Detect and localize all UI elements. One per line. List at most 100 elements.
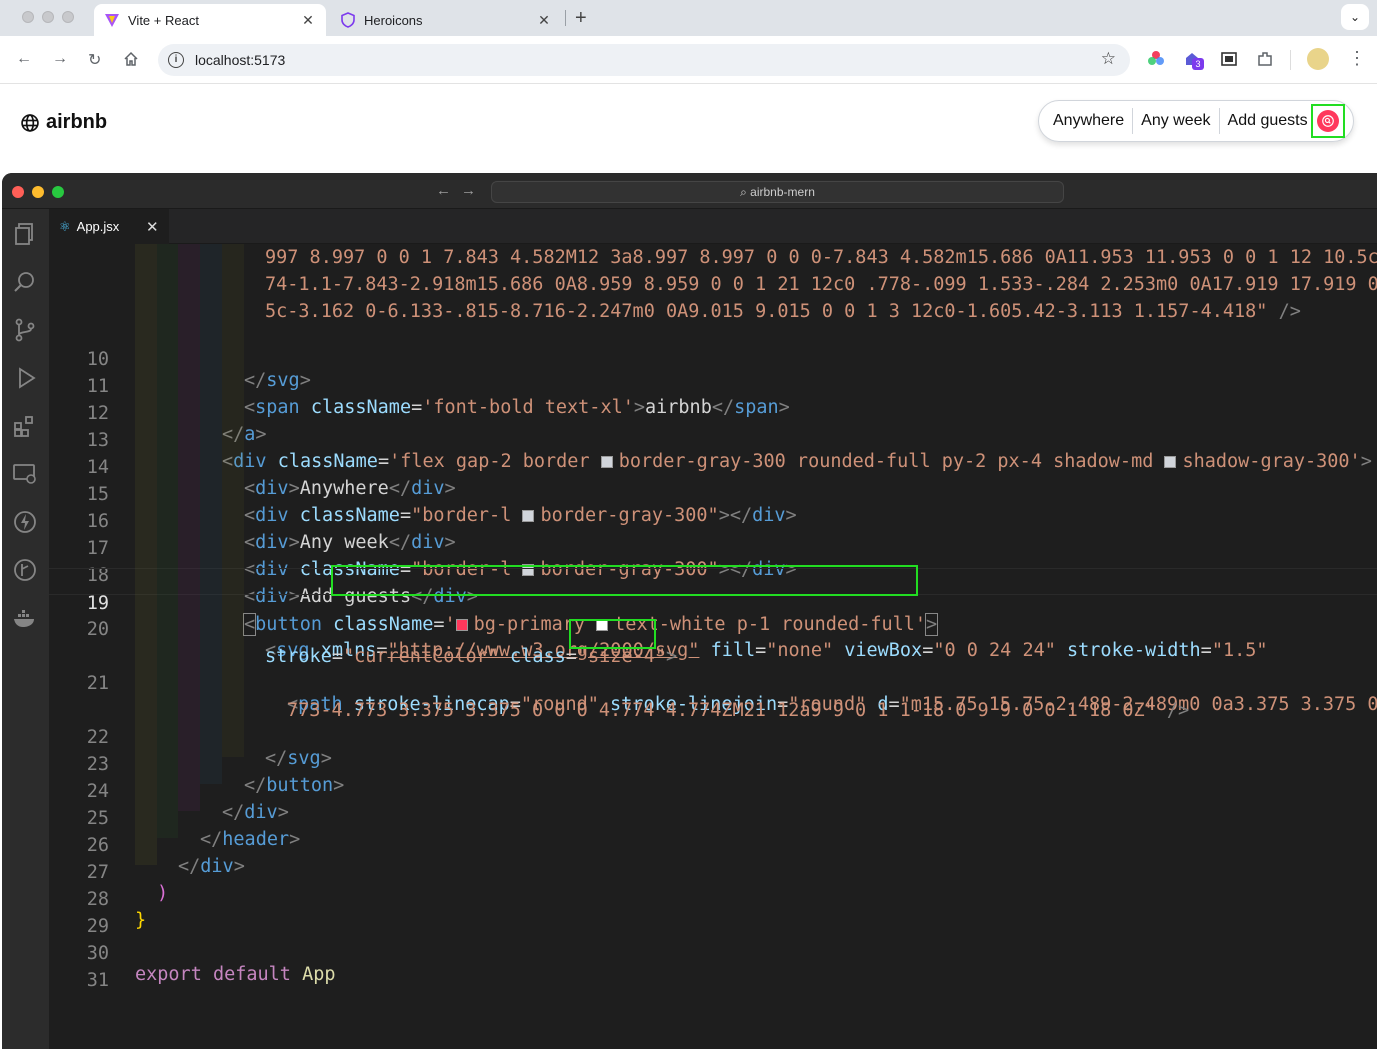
explorer-icon[interactable] bbox=[12, 221, 38, 247]
profile-avatar[interactable] bbox=[1307, 48, 1329, 70]
close-icon[interactable]: ✕ bbox=[300, 12, 316, 29]
airbnb-header: airbnb Anywhere Any week Add guests bbox=[2, 85, 1377, 175]
logo-link[interactable]: airbnb bbox=[20, 111, 107, 134]
code-line-current: 19 <button className=' bg-primary text-wh… bbox=[49, 565, 1377, 636]
code-text: 74-1.1-7.843-2.918m15.686 0A8.959 8.959 … bbox=[265, 274, 1377, 295]
code-line: 27 ) bbox=[49, 838, 1377, 904]
search-button[interactable] bbox=[1310, 104, 1345, 138]
code-line: 16 <div>Any week</div> bbox=[49, 487, 1377, 553]
toolbar-divider bbox=[1290, 50, 1291, 70]
code-line: 74-1.1-7.843-2.918m15.686 0A8.959 8.959 … bbox=[49, 271, 1377, 298]
back-icon[interactable]: ← bbox=[16, 50, 32, 68]
code-line: 23 </button> bbox=[49, 730, 1377, 796]
browser-toolbar: ← → ↻ i localhost:5173 ☆ 3 ⋮ bbox=[0, 36, 1377, 84]
code-line: stroke="currentColor" class="size-4"> bbox=[49, 619, 1377, 667]
code-line: 12 </a> bbox=[49, 379, 1377, 445]
extensions-icon[interactable] bbox=[12, 413, 38, 439]
tab-separator bbox=[565, 10, 566, 26]
color-extension-icon[interactable] bbox=[1147, 50, 1165, 68]
brand-name: airbnb bbox=[46, 111, 108, 133]
code-editor[interactable]: 997 8.997 0 0 1 7.843 4.582M12 3a8.997 8… bbox=[49, 244, 1377, 1049]
vscode-window: ←→ ⌕ airbnb-mern ⚛ App.jsx ✕ 997 8.997 0… bbox=[2, 173, 1377, 1049]
tab-search-button[interactable]: ⌄ bbox=[1341, 4, 1369, 30]
forward-icon[interactable]: → bbox=[52, 50, 68, 68]
react-icon: ⚛ bbox=[59, 218, 71, 234]
string-token: 5c-3.162 0-6.133-.815-8.716-2.247m0 0A9.… bbox=[265, 301, 1268, 322]
tab-title: Heroicons bbox=[364, 12, 423, 28]
anywhere-option[interactable]: Anywhere bbox=[1053, 112, 1124, 130]
close-icon[interactable]: ✕ bbox=[536, 12, 552, 29]
vscode-minimize-dot[interactable] bbox=[32, 186, 44, 198]
code-line: 5c-3.162 0-6.133-.815-8.716-2.247m0 0A9.… bbox=[49, 298, 1377, 325]
code-line: 11 <span className='font-bold text-xl'>a… bbox=[49, 352, 1377, 418]
menu-kebab-icon[interactable]: ⋮ bbox=[1348, 48, 1366, 69]
reload-icon[interactable]: ↻ bbox=[88, 50, 101, 70]
code-line: 13 <div className='flex gap-2 border bor… bbox=[49, 406, 1377, 472]
code-line: 18 <div>Add guests</div> bbox=[49, 541, 1377, 607]
command-center-search[interactable]: ⌕ airbnb-mern bbox=[491, 181, 1064, 203]
close-icon[interactable]: ✕ bbox=[146, 218, 159, 236]
activity-bar bbox=[2, 209, 49, 1049]
run-debug-icon[interactable] bbox=[12, 365, 38, 391]
code-text: 5c-3.162 0-6.133-.815-8.716-2.247m0 0A9.… bbox=[265, 301, 1301, 322]
code-line: 15 <div className="border-l border-gray-… bbox=[49, 460, 1377, 526]
line-number: 31 bbox=[86, 970, 109, 991]
bookmark-star-icon[interactable]: ☆ bbox=[1101, 49, 1116, 69]
editor-tab-strip: ⚛ App.jsx ✕ bbox=[49, 209, 1377, 244]
tab-title: Vite + React bbox=[128, 12, 199, 28]
code-line: 31 bbox=[49, 946, 1377, 991]
vscode-close-dot[interactable] bbox=[12, 186, 24, 198]
browser-tab-heroicons[interactable]: Heroicons ✕ bbox=[330, 4, 562, 36]
code-line: 24 </div> bbox=[49, 757, 1377, 823]
highlight-box bbox=[331, 565, 918, 596]
sidepanel-icon[interactable] bbox=[1220, 50, 1238, 68]
url-text: localhost:5173 bbox=[195, 52, 286, 68]
extension-badge-count: 3 bbox=[1192, 58, 1204, 70]
pill-divider bbox=[1132, 108, 1134, 134]
code-line: 14 <div>Anywhere</div> bbox=[49, 433, 1377, 499]
docker-icon[interactable] bbox=[12, 605, 38, 631]
code-line: 30 export default App bbox=[49, 919, 1377, 985]
source-control-icon[interactable] bbox=[12, 317, 38, 343]
vscode-nav-arrows[interactable]: ←→ bbox=[436, 182, 486, 199]
pill-divider bbox=[1218, 108, 1220, 134]
puzzle-extensions-icon[interactable] bbox=[1256, 50, 1274, 68]
remote-explorer-icon[interactable] bbox=[12, 461, 38, 487]
search-icon[interactable] bbox=[12, 269, 38, 295]
code-line: 17 <div className="border-l border-gray-… bbox=[49, 514, 1377, 580]
vscode-zoom-dot[interactable] bbox=[52, 186, 64, 198]
highlight-box bbox=[569, 619, 656, 649]
code-line: 26 </div> bbox=[49, 811, 1377, 877]
editor-tab-label: App.jsx bbox=[76, 219, 120, 234]
home-icon[interactable] bbox=[123, 51, 139, 67]
globe-icon bbox=[21, 113, 39, 132]
search-pill[interactable]: Anywhere Any week Add guests bbox=[1038, 100, 1354, 142]
command-center-label: airbnb-mern bbox=[750, 185, 815, 199]
window-minimize-dot[interactable] bbox=[42, 11, 54, 23]
shield-icon bbox=[341, 12, 355, 28]
code-line: 22 </svg> bbox=[49, 703, 1377, 769]
search-button-circle bbox=[1316, 110, 1339, 132]
new-tab-button[interactable]: + bbox=[575, 7, 587, 30]
site-info-icon[interactable]: i bbox=[168, 52, 184, 68]
any-week-option[interactable]: Any week bbox=[1141, 112, 1210, 130]
code-line: 29 bbox=[49, 892, 1377, 937]
code-line: 20 <svg xmlns="http://www.w3.org/2000/sv… bbox=[49, 595, 1377, 661]
search-icon bbox=[1321, 115, 1334, 127]
address-bar[interactable]: i localhost:5173 ☆ bbox=[158, 44, 1130, 76]
window-zoom-dot[interactable] bbox=[62, 11, 74, 23]
thunder-client-icon[interactable] bbox=[12, 509, 38, 535]
code-line: 773-4.773 3.375 3.375 0 0 0 4.774 4.774Z… bbox=[49, 676, 1377, 721]
code-line: 28 } bbox=[49, 865, 1377, 931]
extension-badge-icon[interactable]: 3 bbox=[1183, 50, 1204, 70]
code-line: 997 8.997 0 0 1 7.843 4.582M12 3a8.997 8… bbox=[49, 244, 1377, 271]
code-text: 997 8.997 0 0 1 7.843 4.582M12 3a8.997 8… bbox=[265, 247, 1377, 268]
code-line: 21 <path stroke-linecap="round" stroke-l… bbox=[49, 649, 1377, 715]
git-graph-icon[interactable] bbox=[12, 557, 38, 583]
vite-icon bbox=[105, 14, 119, 27]
window-close-dot[interactable] bbox=[22, 11, 34, 23]
add-guests-option[interactable]: Add guests bbox=[1228, 112, 1308, 130]
editor-tab-app-jsx[interactable]: ⚛ App.jsx ✕ bbox=[49, 209, 169, 244]
browser-tab-vite[interactable]: Vite + React ✕ bbox=[94, 4, 326, 36]
browser-tab-bar: Vite + React ✕ Heroicons ✕ + ⌄ bbox=[0, 0, 1377, 36]
